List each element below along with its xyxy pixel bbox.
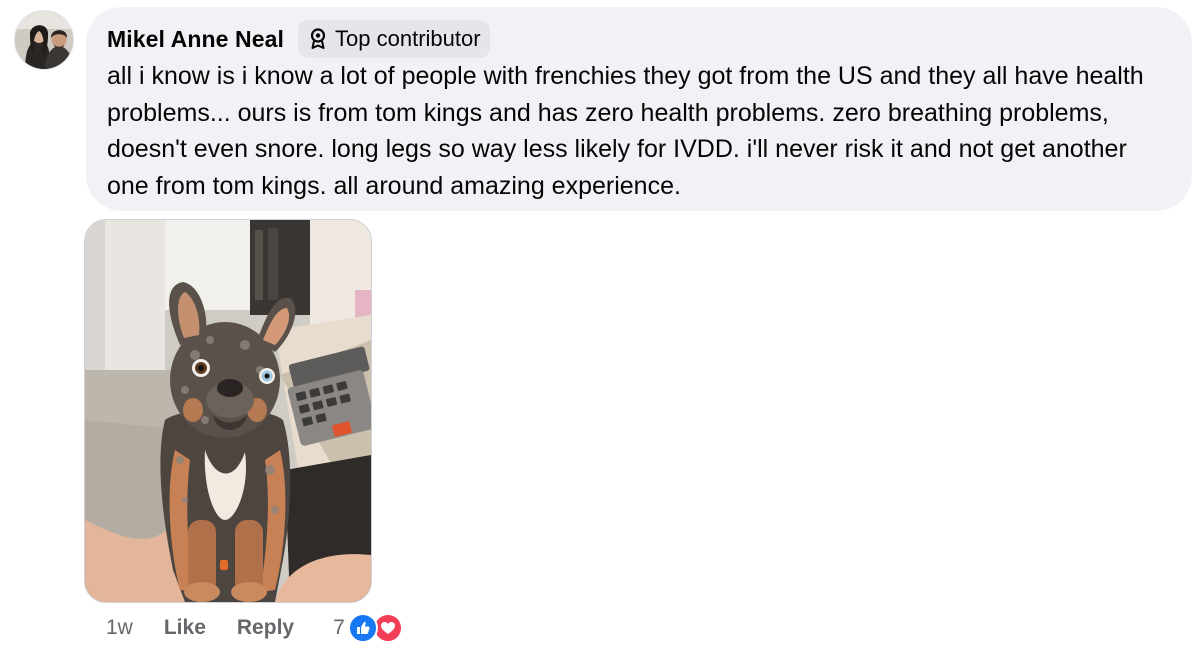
comment-text: all i know is i know a lot of people wit… [107,62,1144,200]
comment-timestamp[interactable]: 1w [106,616,133,640]
avatar-photo [15,11,73,69]
comment-header: Mikel Anne Neal Top contributor [107,20,490,58]
comment-actions: 1w Like Reply 7 [106,612,403,644]
french-bulldog-photo [85,220,371,602]
comment-bubble: Mikel Anne Neal Top contributor all i kn… [86,7,1192,211]
like-reaction-icon [347,613,378,643]
contributor-badge-icon [308,27,328,51]
top-contributor-badge[interactable]: Top contributor [298,20,490,58]
badge-label: Top contributor [335,26,481,51]
like-button[interactable]: Like [164,616,206,640]
reactions-summary[interactable]: 7 [333,613,403,643]
comment-photo[interactable] [84,219,372,603]
reply-button[interactable]: Reply [237,616,294,640]
author-avatar[interactable] [14,10,74,70]
author-name[interactable]: Mikel Anne Neal [107,26,284,53]
reaction-count: 7 [333,616,345,639]
